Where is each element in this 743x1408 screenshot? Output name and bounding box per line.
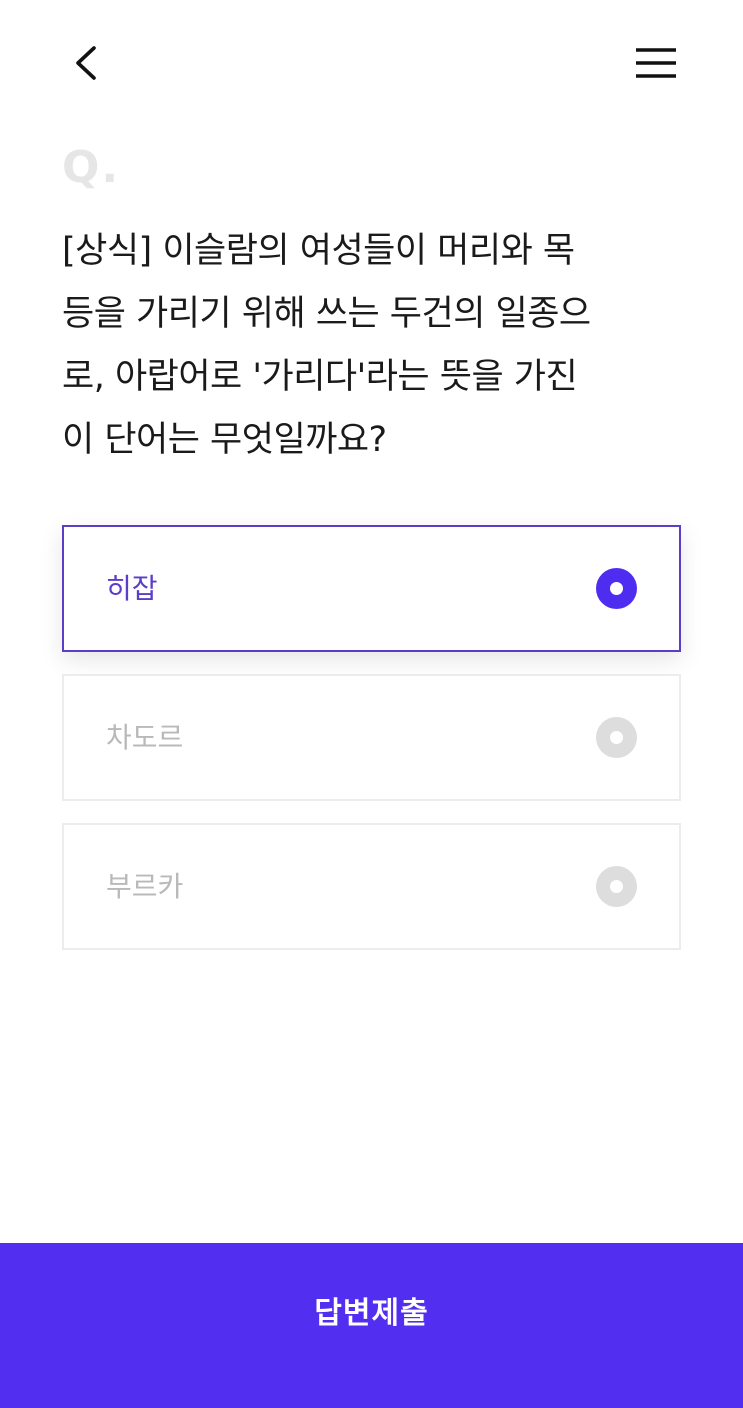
- chevron-left-icon: [76, 46, 96, 80]
- question-line: 로, 아랍어로 '가리다'라는 뜻을 가진: [62, 357, 578, 397]
- quiz-screen: Q. [상식] 이슬람의 여성들이 머리와 목 등을 가리기 위해 쓰는 두건의…: [0, 0, 743, 1408]
- option-label: 부르카: [106, 870, 184, 903]
- hamburger-menu-icon: [636, 48, 676, 78]
- option-burqa[interactable]: 부르카: [62, 823, 681, 950]
- option-hijab[interactable]: 히잡: [62, 525, 681, 652]
- option-label: 차도르: [106, 721, 184, 754]
- question-mark-label: Q.: [62, 142, 121, 193]
- menu-button[interactable]: [630, 38, 682, 88]
- radio-unselected-icon[interactable]: [596, 866, 637, 907]
- submit-answer-button[interactable]: 답변제출: [0, 1243, 743, 1408]
- option-chador[interactable]: 차도르: [62, 674, 681, 801]
- question-line: [상식] 이슬람의 여성들이 머리와 목: [62, 231, 575, 271]
- radio-selected-icon[interactable]: [596, 568, 637, 609]
- back-button[interactable]: [62, 38, 112, 88]
- radio-unselected-icon[interactable]: [596, 717, 637, 758]
- option-label: 히잡: [106, 572, 158, 605]
- answer-options: 히잡 차도르 부르카: [62, 525, 681, 972]
- question-line: 이 단어는 무엇일까요?: [62, 420, 387, 460]
- question-text: [상식] 이슬람의 여성들이 머리와 목 등을 가리기 위해 쓰는 두건의 일종…: [62, 220, 682, 472]
- question-line: 등을 가리기 위해 쓰는 두건의 일종으: [62, 294, 591, 334]
